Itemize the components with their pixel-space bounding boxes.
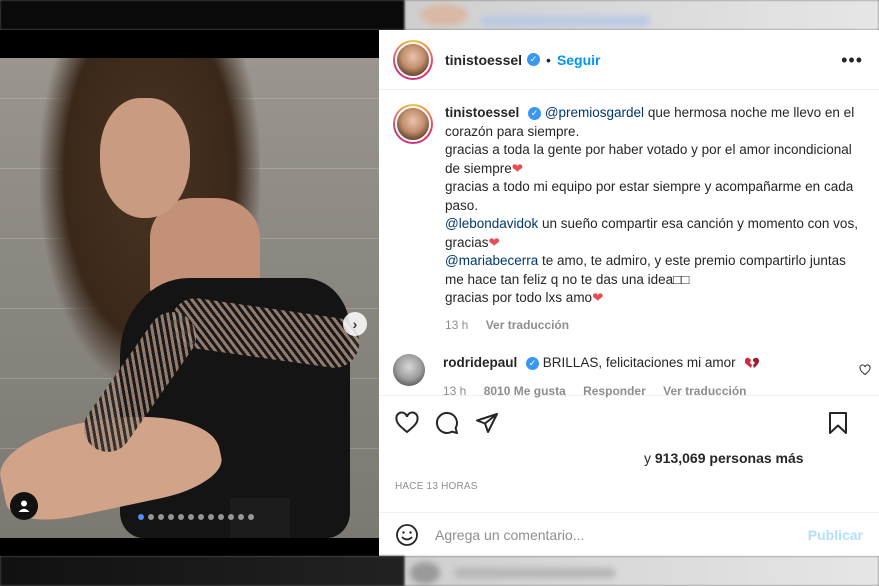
author-avatar[interactable] <box>393 39 433 80</box>
post-header: tinistoessel ✓ • Seguir ••• <box>379 30 879 90</box>
add-comment-bar: Publicar <box>379 512 879 556</box>
post-time-ago[interactable]: HACE 13 HORAS <box>379 481 879 492</box>
chevron-right-icon: › <box>352 316 358 332</box>
blurred-text <box>480 16 650 26</box>
heart-emoji-icon: ❤ <box>511 160 524 176</box>
commenter-avatar[interactable] <box>393 354 425 386</box>
post-photo[interactable] <box>0 58 379 538</box>
publish-button[interactable]: Publicar <box>808 527 863 543</box>
comment-item: rodridepaul ✓ BRILLAS, felicitaciones mi… <box>393 354 871 400</box>
bookmark-icon[interactable] <box>827 411 849 435</box>
share-icon[interactable] <box>475 411 499 435</box>
blurred-avatar <box>410 562 440 584</box>
verified-badge-icon: ✓ <box>528 106 542 120</box>
caption-time[interactable]: 13 h <box>445 318 468 332</box>
broken-heart-emoji-icon <box>745 358 760 369</box>
carousel-dot <box>218 514 224 520</box>
more-options-icon[interactable]: ••• <box>841 50 863 71</box>
verified-badge-icon: ✓ <box>526 356 540 370</box>
translate-link[interactable]: Ver traducción <box>486 318 569 332</box>
background-bottom-blur <box>0 556 879 586</box>
comment-input[interactable] <box>435 526 808 543</box>
carousel-dot <box>148 514 154 520</box>
caption-text: tinistoessel ✓ @premiosgardel que hermos… <box>445 104 865 334</box>
caption-meta: 13 h Ver traducción <box>445 316 865 335</box>
carousel-dot <box>188 514 194 520</box>
caption-author[interactable]: tinistoessel <box>445 105 519 120</box>
separator-dot: • <box>546 51 551 68</box>
carousel-dot <box>168 514 174 520</box>
comment-like-heart-icon[interactable] <box>859 364 871 376</box>
carousel-dot <box>238 514 244 520</box>
mention-link[interactable]: @mariabecerra <box>445 253 538 268</box>
like-heart-icon[interactable] <box>395 411 419 435</box>
action-bar <box>379 396 879 450</box>
comments-section: tinistoessel ✓ @premiosgardel que hermos… <box>379 90 879 398</box>
post-details-panel: tinistoessel ✓ • Seguir ••• tinistoessel… <box>379 30 879 556</box>
carousel-dot <box>178 514 184 520</box>
carousel-dot <box>228 514 234 520</box>
author-username[interactable]: tinistoessel <box>445 52 522 68</box>
post-media: › <box>0 30 379 556</box>
mention-link[interactable]: @lebondavidok <box>445 216 538 231</box>
carousel-dot <box>138 514 144 520</box>
background-top-blur <box>0 0 879 30</box>
follow-button[interactable]: Seguir <box>557 52 601 68</box>
emoji-picker-icon[interactable] <box>395 523 419 547</box>
carousel-dot <box>248 514 254 520</box>
caption-author-avatar[interactable] <box>393 104 433 144</box>
verified-badge-icon: ✓ <box>527 53 541 66</box>
blurred-text <box>455 568 615 578</box>
tagged-users-button[interactable] <box>10 492 38 520</box>
user-icon <box>18 500 30 512</box>
likes-summary[interactable]: y 913,069 personas más <box>379 450 879 466</box>
comment-text: rodridepaul ✓ BRILLAS, felicitaciones mi… <box>443 354 843 400</box>
carousel-indicator <box>138 514 254 520</box>
blurred-avatar <box>420 4 468 26</box>
carousel-next-button[interactable]: › <box>343 312 367 336</box>
post-caption: tinistoessel ✓ @premiosgardel que hermos… <box>393 104 865 334</box>
carousel-dot <box>208 514 214 520</box>
carousel-dot <box>198 514 204 520</box>
mention-link[interactable]: @premiosgardel <box>545 105 644 120</box>
commenter-username[interactable]: rodridepaul <box>443 355 517 370</box>
heart-emoji-icon: ❤ <box>488 234 500 250</box>
carousel-dot <box>158 514 164 520</box>
heart-emoji-icon: ❤ <box>592 290 604 305</box>
comment-icon[interactable] <box>435 411 459 435</box>
post-modal: › tinistoessel ✓ • Seguir ••• tinistoess… <box>0 30 879 556</box>
